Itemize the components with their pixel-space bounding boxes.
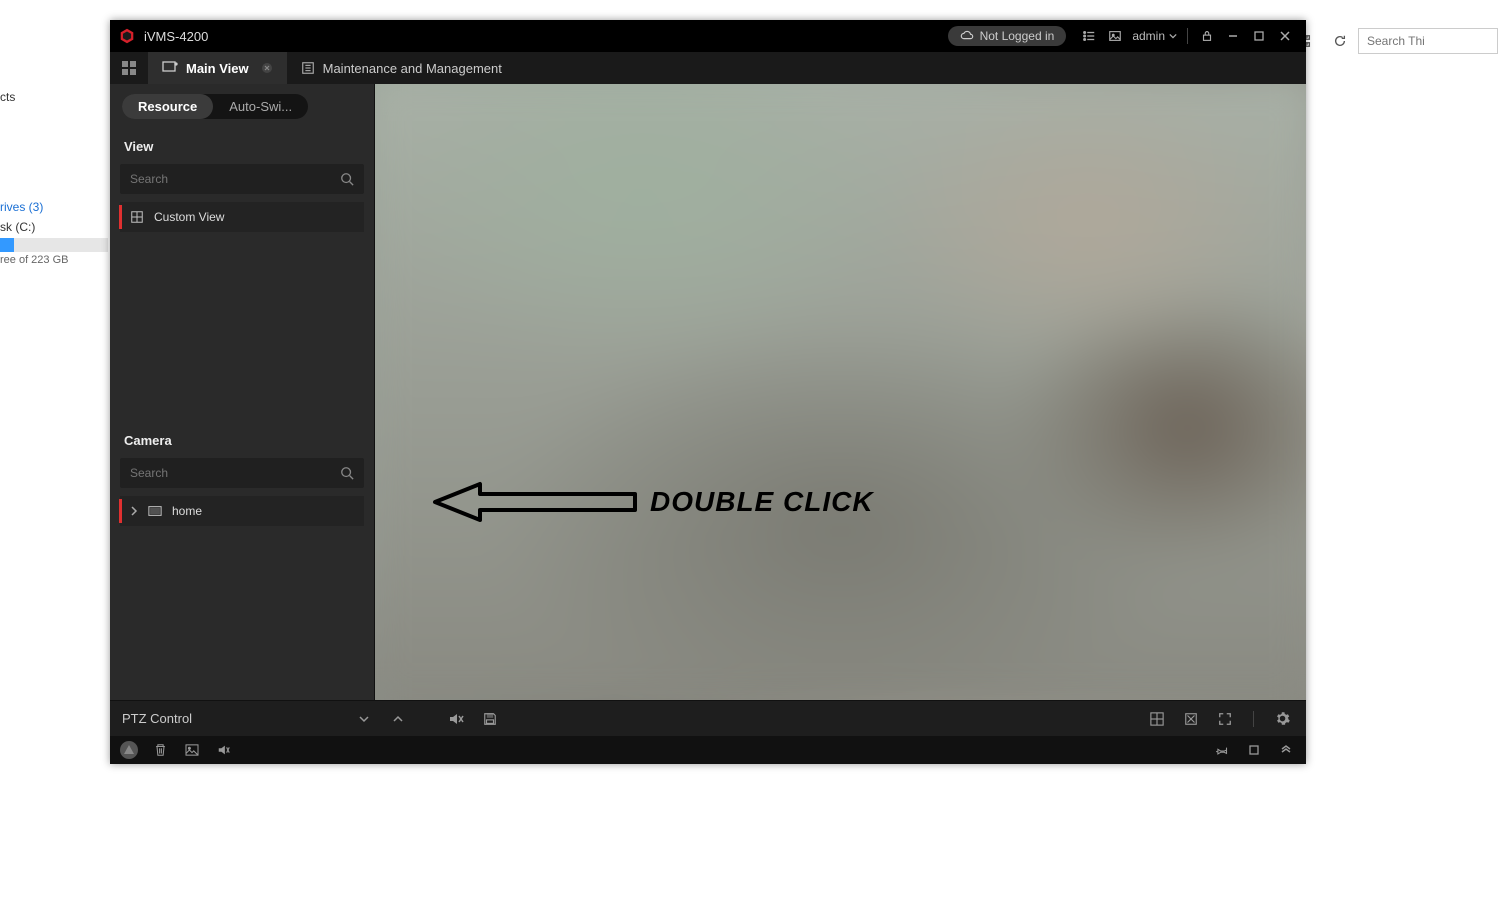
drive-usage-bar	[0, 238, 108, 252]
camera-search-input[interactable]	[130, 466, 340, 480]
list-item-custom-view[interactable]: Custom View	[120, 202, 364, 232]
pin-icon[interactable]	[1212, 740, 1232, 760]
tab-row: Main View Maintenance and Management	[110, 52, 1306, 84]
layout-icon	[130, 210, 144, 224]
collapse-up-icon[interactable]	[1276, 740, 1296, 760]
view-search[interactable]	[120, 164, 364, 194]
settings-panel-icon	[301, 61, 315, 75]
segment-resource[interactable]: Resource	[122, 94, 213, 119]
monitor-icon	[162, 61, 178, 75]
user-menu[interactable]: admin	[1132, 29, 1177, 43]
camera-search[interactable]	[120, 458, 364, 488]
video-view[interactable]: DOUBLE CLICK	[374, 84, 1306, 700]
ptz-label: PTZ Control	[122, 711, 192, 726]
explorer-search-input[interactable]	[1358, 28, 1498, 54]
tab-label: Maintenance and Management	[323, 61, 502, 76]
stop-all-icon[interactable]	[1179, 707, 1203, 731]
desktop-text: cts	[0, 90, 110, 104]
device-icon	[148, 505, 162, 517]
sidebar: Resource Auto-Swi... View Custom View	[110, 84, 374, 700]
desktop-left-panel: cts rives (3) sk (C:) ree of 223 GB	[0, 90, 110, 266]
maximize-button[interactable]	[1246, 23, 1272, 49]
list-icon[interactable]	[1076, 23, 1102, 49]
refresh-icon[interactable]	[1330, 31, 1350, 51]
titlebar: iVMS-4200 Not Logged in admin	[110, 20, 1306, 52]
layout-grid-icon[interactable]	[1145, 707, 1169, 731]
list-item-home[interactable]: home	[120, 496, 364, 526]
sound-off-icon[interactable]	[214, 740, 234, 760]
segment-autoswitch[interactable]: Auto-Swi...	[213, 94, 308, 119]
login-status-text: Not Logged in	[980, 29, 1055, 43]
search-icon[interactable]	[340, 466, 354, 480]
save-icon[interactable]	[478, 707, 502, 731]
chevron-down-icon[interactable]	[352, 707, 376, 731]
explorer-toolbar	[1302, 28, 1498, 54]
apps-grid-icon[interactable]	[118, 57, 140, 79]
chevron-right-icon[interactable]	[130, 506, 138, 516]
fullscreen-icon[interactable]	[1213, 707, 1237, 731]
alarm-icon[interactable]	[120, 741, 138, 759]
drive-item[interactable]: sk (C:)	[0, 218, 110, 236]
drives-header: rives (3)	[0, 196, 110, 218]
login-status-pill[interactable]: Not Logged in	[948, 26, 1067, 46]
segment-toggle: Resource Auto-Swi...	[110, 84, 374, 129]
app-logo-icon	[118, 27, 136, 45]
minimize-button[interactable]	[1220, 23, 1246, 49]
view-list: Custom View	[110, 202, 374, 236]
trash-icon[interactable]	[150, 740, 170, 760]
restore-window-icon[interactable]	[1244, 740, 1264, 760]
close-button[interactable]	[1272, 23, 1298, 49]
view-search-input[interactable]	[130, 172, 340, 186]
picture-icon[interactable]	[1102, 23, 1128, 49]
bottom-bar: PTZ Control	[110, 700, 1306, 736]
list-item-label: Custom View	[154, 210, 224, 224]
app-body: Resource Auto-Swi... View Custom View	[110, 84, 1306, 700]
status-bar	[110, 736, 1306, 764]
cloud-icon	[960, 29, 974, 43]
tab-maintenance[interactable]: Maintenance and Management	[287, 52, 516, 84]
search-icon[interactable]	[340, 172, 354, 186]
user-label: admin	[1132, 29, 1165, 43]
app-window: iVMS-4200 Not Logged in admin	[110, 20, 1306, 764]
view-section-header: View	[110, 129, 374, 164]
camera-section-header: Camera	[110, 423, 374, 458]
tab-label: Main View	[186, 61, 249, 76]
tab-main-view[interactable]: Main View	[148, 52, 287, 84]
chevron-down-icon	[1169, 32, 1177, 40]
image-icon[interactable]	[182, 740, 202, 760]
mute-icon[interactable]	[444, 707, 468, 731]
chevron-up-icon[interactable]	[386, 707, 410, 731]
list-item-label: home	[172, 504, 202, 518]
drive-free-text: ree of 223 GB	[0, 254, 110, 266]
lock-icon[interactable]	[1194, 23, 1220, 49]
gear-icon[interactable]	[1270, 707, 1294, 731]
app-title: iVMS-4200	[144, 29, 208, 44]
camera-list: home	[110, 496, 374, 530]
tab-close-icon[interactable]	[261, 62, 273, 74]
